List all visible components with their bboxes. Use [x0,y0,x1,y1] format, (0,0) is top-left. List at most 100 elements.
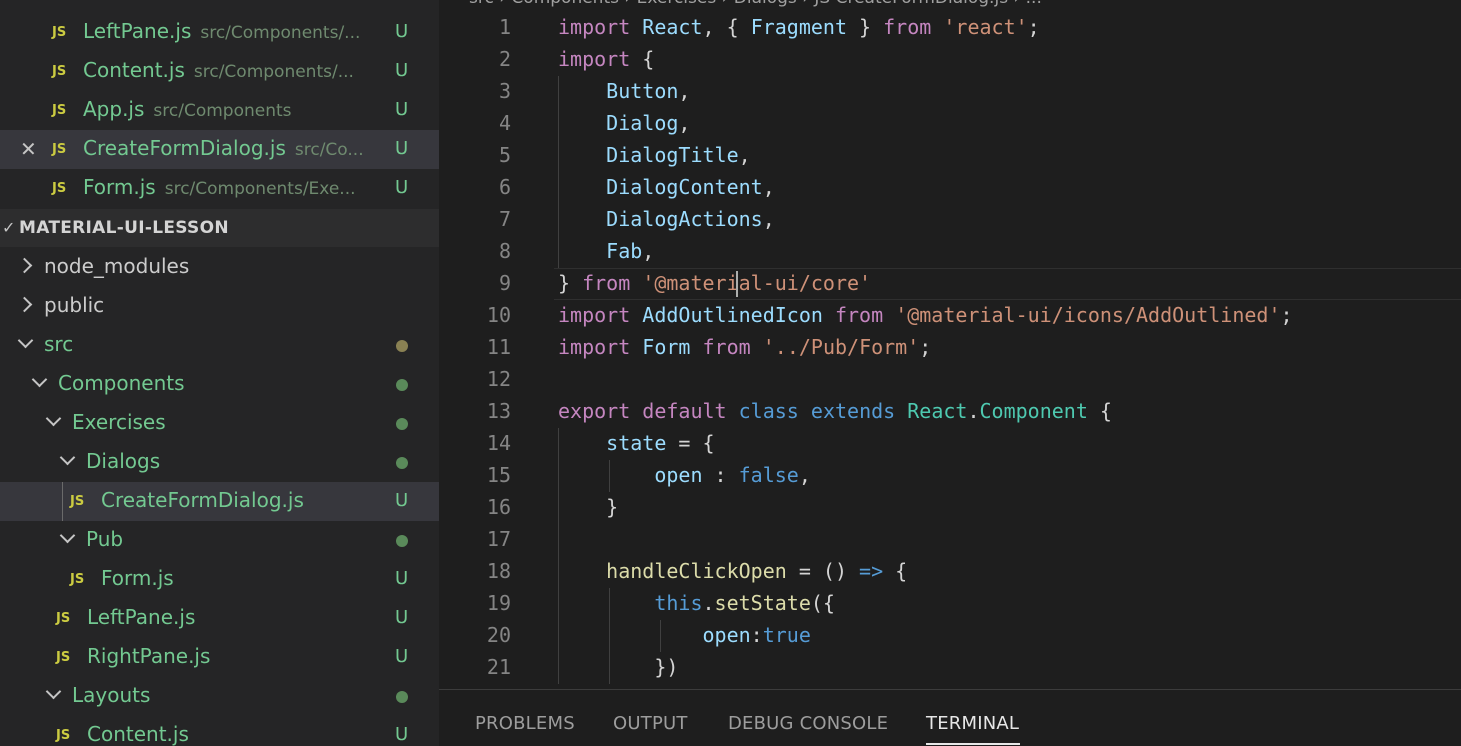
code-line[interactable]: 19 this.setState({ [439,588,1461,620]
code-line[interactable]: 21 }) [439,652,1461,684]
code-token: export [558,399,631,423]
code-token: . [702,591,715,615]
tree-file-content[interactable]: JS Content.js U [0,716,439,746]
tab-problems[interactable]: PROBLEMS [475,713,575,734]
tree-file-form[interactable]: JS Form.js U [0,560,439,599]
code-line[interactable]: 1 import React, { Fragment } from 'react'… [439,12,1461,44]
line-number: 5 [498,143,511,167]
workspace-section-header[interactable]: ✓ MATERIAL-UI-LESSON [0,209,439,247]
open-editor-path: src/Components [153,101,292,121]
code-token: import [558,15,631,39]
code-line[interactable]: 15 open : false, [439,460,1461,492]
tree-label: Layouts [72,683,151,707]
code-line[interactable]: 20 open:true [439,620,1461,652]
js-file-icon: JS [56,728,71,743]
tree-folder-pub[interactable]: Pub [0,521,439,560]
tree-folder-public[interactable]: public [0,287,439,326]
chevron-down-icon [18,335,32,349]
tab-debug-console[interactable]: DEBUG CONSOLE [728,713,888,734]
code-token: 'react' [943,15,1028,39]
tree-label: LeftPane.js [87,605,196,629]
tree-folder-dialogs[interactable]: Dialogs [0,443,439,482]
open-editor-item[interactable]: JS App.js src/Components U [0,91,439,130]
code-line[interactable]: 12 [439,364,1461,396]
js-file-icon: JS [56,650,71,665]
code-line[interactable]: 6 DialogContent, [439,172,1461,204]
tab-output[interactable]: OUTPUT [613,713,688,734]
code-line[interactable]: 10 import AddOutlinedIcon from '@material… [439,300,1461,332]
tree-file-createformdialog-active[interactable]: JS CreateFormDialog.js U [0,482,439,521]
code-token: DialogActions [606,207,763,231]
code-line[interactable]: 8 Fab, [439,236,1461,268]
breadcrumb[interactable]: src › Components › Exercises › Dialogs ›… [469,0,1042,8]
code-line[interactable]: 13 export default class extends React.Com… [439,396,1461,428]
code-token: DialogContent [606,175,763,199]
tree-folder-src[interactable]: src [0,326,439,365]
code-line[interactable]: 18 handleClickOpen = () => { [439,556,1461,588]
code-line[interactable]: 9} from '@material-ui/core' [439,268,1461,300]
open-editor-path: src/Components/... [200,23,361,43]
code-line[interactable]: 5 DialogTitle, [439,140,1461,172]
code-line[interactable]: 11 import Form from '../Pub/Form'; [439,332,1461,364]
line-number: 16 [486,495,511,519]
code-token: } [558,495,619,519]
tab-terminal[interactable]: TERMINAL [926,713,1019,734]
code-token: => [859,559,884,583]
code-token: open [654,463,703,487]
js-file-icon: JS [52,103,67,118]
tree-file-leftpane[interactable]: JS LeftPane.js U [0,599,439,638]
code-line[interactable]: 17 [439,524,1461,556]
open-editor-item[interactable]: JS Content.js src/Components/... U [0,52,439,91]
open-editor-item-active[interactable]: ✕ JS CreateFormDialog.js src/Co... U [0,130,439,169]
tree-folder-exercises[interactable]: Exercises [0,404,439,443]
code-line[interactable]: 2 import { [439,44,1461,76]
line-number: 15 [486,463,511,487]
untracked-dot [396,418,408,430]
code-token: import [558,47,631,71]
code-token: DialogTitle [606,143,739,167]
code-token: import [558,303,631,327]
tree-folder-components[interactable]: Components [0,365,439,404]
tree-label: CreateFormDialog.js [101,488,304,512]
explorer-sidebar: JS LeftPane.js src/Components/... U JS Co… [0,0,439,746]
code-token: ; [919,335,932,359]
code-token: import [558,335,631,359]
code-text: DialogContent, [558,175,775,199]
tree-label: Exercises [72,410,166,434]
code-token: ; [1280,303,1293,327]
code-token: from [582,271,631,295]
js-file-icon: JS [70,572,85,587]
tree-folder-layouts[interactable]: Layouts [0,677,439,716]
code-text: import { [558,47,654,71]
open-editor-item[interactable]: JS LeftPane.js src/Components/... U [0,13,439,52]
code-line[interactable]: 3 Button, [439,76,1461,108]
code-token: Fragment [750,15,848,39]
open-editor-filename: Content.js [83,58,185,82]
line-number: 21 [486,655,511,679]
open-editor-item[interactable]: JS Form.js src/Components/Exe... U [0,169,439,208]
tree-folder-node-modules[interactable]: node_modules [0,248,439,287]
code-line[interactable]: 14 state = { [439,428,1461,460]
code-editor[interactable]: src › Components › Exercises › Dialogs ›… [439,0,1461,689]
code-line[interactable]: 16 } [439,492,1461,524]
close-icon[interactable]: ✕ [20,138,40,160]
code-line[interactable]: 4 Dialog, [439,108,1461,140]
untracked-badge: U [395,60,409,81]
code-token: , { [702,15,751,39]
line-number: 2 [498,47,511,71]
code-text: open : false, [558,463,811,487]
chevron-down-icon [46,413,60,427]
untracked-badge: U [395,21,409,42]
open-editor-filename: CreateFormDialog.js [83,136,286,160]
tree-file-rightpane[interactable]: JS RightPane.js U [0,638,439,677]
code-line[interactable]: 7 DialogActions, [439,204,1461,236]
code-token: , [678,79,691,103]
